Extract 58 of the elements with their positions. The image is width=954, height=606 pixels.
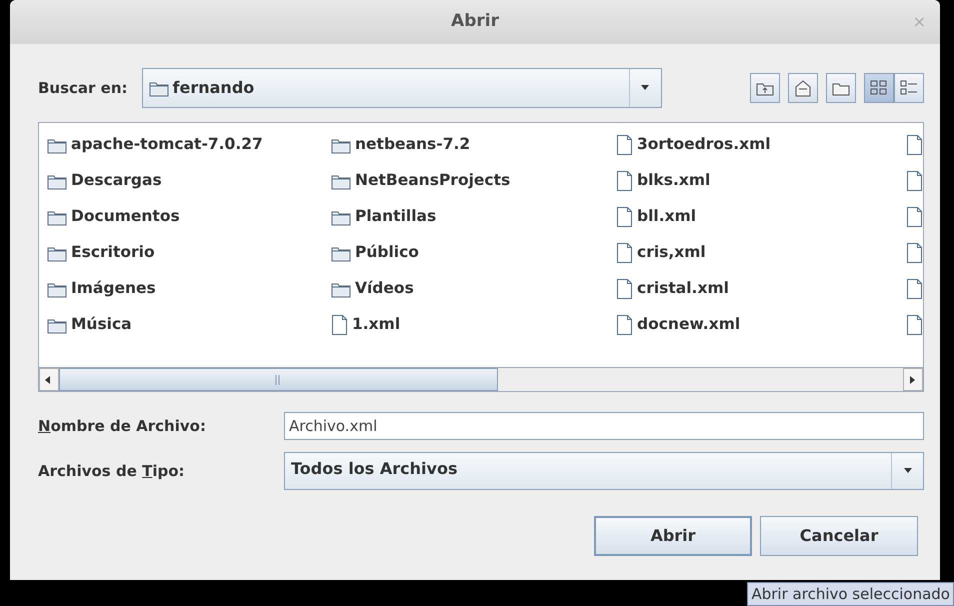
file-item[interactable]: Música xyxy=(47,307,331,343)
grip-icon xyxy=(275,374,282,384)
file-icon xyxy=(616,314,633,336)
folder-name: fernando xyxy=(172,77,254,99)
file-item[interactable]: Plantillas xyxy=(331,199,616,235)
file-item[interactable]: bll.xml xyxy=(616,199,906,235)
file-item[interactable]: apache-tomcat-7.0.27 xyxy=(47,127,331,163)
folder-icon xyxy=(331,280,351,298)
file-type-value: Todos los Archivos xyxy=(291,458,458,480)
file-icon xyxy=(616,170,633,192)
file-item[interactable]: Vídeos xyxy=(331,271,616,307)
folder-dropdown[interactable]: fernando xyxy=(142,68,662,108)
file-icon xyxy=(331,314,348,336)
horizontal-scrollbar[interactable] xyxy=(39,367,923,391)
file-item[interactable]: 3ortoedros.xml xyxy=(616,127,906,163)
file-type-dropdown[interactable]: Todos los Archivos xyxy=(284,452,924,490)
file-name-field[interactable]: Archivo.xml xyxy=(284,412,924,440)
file-icon xyxy=(616,242,633,264)
folder-icon xyxy=(47,316,67,334)
tooltip: Abrir archivo seleccionado xyxy=(747,582,954,606)
file-item[interactable]: Imágenes xyxy=(47,271,331,307)
folder-icon xyxy=(331,208,351,226)
folder-icon xyxy=(47,172,67,190)
file-item[interactable]: cris,xml xyxy=(616,235,906,271)
home-icon xyxy=(793,78,813,98)
file-item[interactable]: Escritorio xyxy=(47,235,331,271)
file-name-label: Nombre de Archivo: xyxy=(38,416,207,437)
new-folder-button[interactable] xyxy=(826,73,856,103)
file-item[interactable]: cristal.xml xyxy=(616,271,906,307)
folder-icon xyxy=(47,244,67,262)
file-item[interactable]: 1.xml xyxy=(331,307,616,343)
dialog-button[interactable]: Cancelar xyxy=(760,516,918,556)
home-button[interactable] xyxy=(788,73,818,103)
details-view-button[interactable] xyxy=(894,73,924,103)
folder-icon xyxy=(148,80,169,96)
dialog-button[interactable]: Abrir xyxy=(594,516,752,556)
folder-icon xyxy=(331,172,351,190)
file-item[interactable]: blks.xml xyxy=(616,163,906,199)
list-view-button[interactable] xyxy=(864,73,894,103)
file-item[interactable]: docnew.xml xyxy=(616,307,906,343)
file-item[interactable]: netbeans-7.2 xyxy=(331,127,616,163)
file-item[interactable]: Descargas xyxy=(47,163,331,199)
file-item[interactable]: NetBeansProjects xyxy=(331,163,616,199)
window-title: Abrir xyxy=(451,10,499,34)
file-item[interactable]: Documentos xyxy=(47,199,331,235)
folder-icon xyxy=(47,136,67,154)
file-item[interactable]: Público xyxy=(331,235,616,271)
folder-icon xyxy=(331,136,351,154)
folder-icon xyxy=(331,244,351,262)
scrollbar-thumb[interactable] xyxy=(59,368,498,391)
file-type-label: Archivos de Tipo: xyxy=(38,460,186,482)
file-icon xyxy=(616,206,633,228)
up-folder-button[interactable] xyxy=(750,73,780,103)
file-icon xyxy=(616,278,633,300)
folder-icon xyxy=(47,280,67,298)
file-icon xyxy=(616,134,633,156)
folder-icon xyxy=(47,208,67,226)
look-in-label: Buscar en: xyxy=(38,78,128,99)
